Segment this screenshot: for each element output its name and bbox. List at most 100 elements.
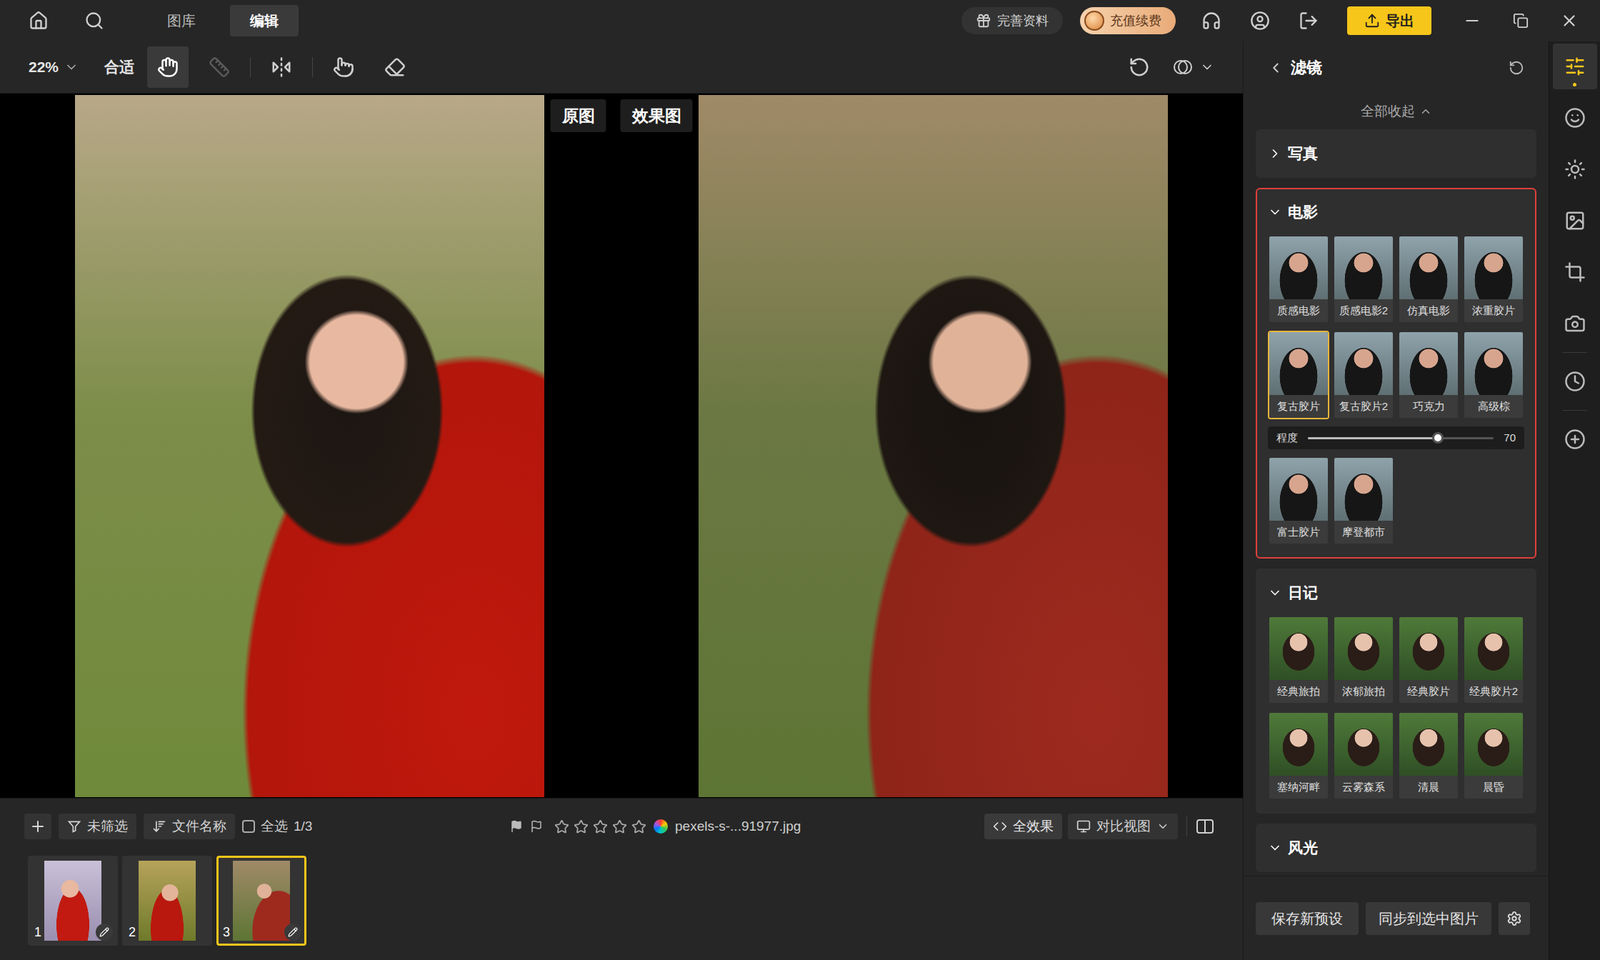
rail-button[interactable] [1552, 43, 1598, 90]
slider-knob[interactable] [1432, 432, 1444, 444]
rail-button[interactable] [1552, 358, 1598, 405]
filter-preset[interactable]: 质感电影2 [1332, 235, 1395, 324]
filter-preset[interactable]: 经典胶片 [1397, 615, 1460, 705]
filter-label: 晨昏 [1464, 775, 1523, 799]
right-rail [1548, 41, 1600, 960]
tool-button[interactable] [147, 46, 189, 88]
preset-grid: 质感电影质感电影2仿真电影浓重胶片复古胶片复古胶片2巧克力高级棕程度70 富士胶片… [1267, 235, 1525, 558]
reset-icon[interactable] [1508, 60, 1525, 76]
filter-preset[interactable]: 晨昏 [1462, 711, 1525, 800]
filter-thumbnail [1269, 457, 1328, 521]
filter-label: 经典胶片2 [1464, 680, 1523, 703]
monitor-icon [1076, 819, 1091, 834]
filter-preset[interactable]: 富士胶片 [1267, 456, 1330, 545]
minimize-icon[interactable] [1462, 11, 1482, 30]
add-button[interactable] [24, 813, 52, 840]
export-button[interactable]: 导出 [1347, 6, 1432, 35]
chevron-icon [1267, 146, 1283, 161]
filter-preset[interactable]: 质感电影 [1267, 235, 1330, 324]
selection-count: 1/3 [293, 816, 313, 838]
slider-track[interactable] [1307, 437, 1494, 440]
filter-preset[interactable]: 塞纳河畔 [1267, 711, 1330, 800]
star-rating[interactable] [554, 819, 647, 835]
nav-tab[interactable]: 图库 [147, 5, 216, 37]
tool-button[interactable] [260, 46, 303, 88]
rail-button[interactable] [1552, 249, 1598, 295]
close-icon[interactable] [1560, 11, 1579, 30]
tool-button[interactable] [198, 46, 240, 88]
ruler-icon [208, 56, 230, 78]
filter-preset[interactable]: 巧克力 [1397, 330, 1460, 420]
rail-button[interactable] [1552, 197, 1598, 244]
headset-icon[interactable] [1201, 10, 1222, 31]
chevron-icon [1267, 205, 1283, 220]
checkbox[interactable] [242, 820, 255, 833]
star-icon[interactable] [631, 819, 647, 835]
fit-button[interactable]: 合适 [104, 55, 135, 79]
photo-view[interactable] [75, 95, 545, 798]
filter-preset[interactable]: 仿真电影 [1397, 235, 1460, 324]
undo-icon[interactable] [1128, 56, 1150, 78]
profile-button[interactable]: 完善资料 [961, 7, 1063, 35]
section-header[interactable]: 日记 [1267, 570, 1525, 616]
filter-button[interactable]: 未筛选 [58, 813, 137, 840]
sort-button[interactable]: 文件名称 [143, 813, 235, 840]
star-icon[interactable] [612, 819, 628, 835]
photo-view[interactable] [698, 95, 1168, 798]
nav-tab[interactable]: 编辑 [230, 5, 299, 37]
view-select[interactable]: 对比视图 [1067, 813, 1178, 840]
split-view-icon[interactable] [1195, 818, 1215, 835]
compare-mode[interactable] [1171, 55, 1215, 79]
rail-button[interactable] [1552, 300, 1598, 347]
home-icon[interactable] [28, 10, 49, 31]
flag-icon[interactable] [510, 820, 523, 833]
filter-preset[interactable]: 经典旅拍 [1267, 615, 1330, 705]
star-icon[interactable] [554, 819, 570, 835]
settings-button[interactable] [1498, 902, 1530, 935]
zoom-select[interactable]: 22% [28, 55, 79, 79]
nav-tabs: 图库编辑 [147, 5, 299, 37]
select-all[interactable]: 全选1/3 [242, 816, 313, 838]
filter-label: 质感电影 [1269, 299, 1328, 323]
thumbnail[interactable]: 3 [216, 855, 307, 946]
thumbnail[interactable]: 1 [27, 855, 118, 946]
color-label-wheel[interactable] [653, 819, 668, 834]
back-icon[interactable] [1267, 60, 1284, 76]
thumbnail[interactable]: 2 [122, 855, 213, 946]
collapse-all[interactable]: 全部收起 [1243, 93, 1549, 130]
filter-preset[interactable]: 复古胶片2 [1332, 330, 1395, 420]
tool-button[interactable] [374, 46, 416, 88]
search-icon[interactable] [84, 10, 105, 31]
filter-preset[interactable]: 浓郁旅拍 [1332, 615, 1395, 705]
save-preset-button[interactable]: 保存新预设 [1255, 902, 1359, 935]
intensity-slider[interactable]: 程度70 [1267, 426, 1525, 450]
rail-button[interactable] [1552, 146, 1598, 193]
filter-section: 风光 [1255, 823, 1537, 873]
star-icon[interactable] [592, 819, 608, 835]
filter-preset[interactable]: 云雾森系 [1332, 711, 1395, 800]
filter-preset[interactable]: 摩登都市 [1332, 456, 1395, 545]
tool-button[interactable] [322, 46, 365, 88]
sync-button[interactable]: 同步到选中图片 [1365, 902, 1492, 935]
restore-icon[interactable] [1512, 12, 1529, 29]
filter-preset[interactable]: 高级棕 [1462, 330, 1525, 420]
reject-flag-icon[interactable] [530, 820, 543, 833]
recharge-button[interactable]: 充值续费 [1080, 7, 1176, 35]
funnel-icon [67, 819, 82, 834]
rail-button[interactable] [1552, 95, 1598, 141]
section-header[interactable]: 电影 [1267, 189, 1525, 235]
section-header[interactable]: 写真 [1267, 130, 1525, 177]
slider-fill [1307, 437, 1438, 440]
rail-button[interactable] [1552, 416, 1598, 463]
filter-preset[interactable]: 经典胶片2 [1462, 615, 1525, 705]
toolbar: 22% 合适 [0, 41, 1243, 94]
thumbnail-image [44, 860, 102, 941]
effect-button[interactable]: 全效果 [984, 813, 1063, 840]
filter-preset[interactable]: 复古胶片 [1267, 330, 1330, 420]
filter-preset[interactable]: 清晨 [1397, 711, 1460, 800]
star-icon[interactable] [573, 819, 589, 835]
user-icon[interactable] [1250, 10, 1270, 31]
logout-icon[interactable] [1298, 10, 1319, 31]
section-header[interactable]: 风光 [1267, 825, 1525, 871]
filter-preset[interactable]: 浓重胶片 [1462, 235, 1525, 324]
